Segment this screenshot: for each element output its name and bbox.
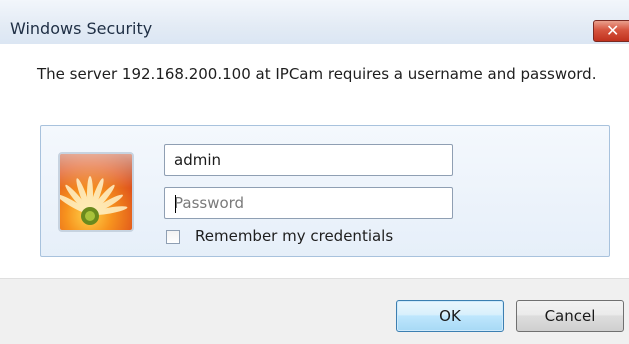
server-message: The server 192.168.200.100 at IPCam requ… [37, 65, 597, 83]
title-bar[interactable]: Windows Security ✕ [0, 0, 629, 45]
close-icon: ✕ [606, 21, 620, 40]
remember-checkbox[interactable] [166, 230, 180, 244]
credential-panel: Remember my credentials [40, 125, 610, 257]
text-caret [175, 195, 176, 213]
windows-security-dialog: Windows Security ✕ The server 192.168.20… [0, 0, 629, 344]
password-input[interactable] [165, 188, 452, 218]
message-area: The server 192.168.200.100 at IPCam requ… [0, 44, 629, 104]
password-field[interactable] [164, 187, 453, 219]
username-field[interactable] [164, 144, 453, 176]
window-title: Windows Security [10, 19, 153, 38]
close-button[interactable]: ✕ [593, 20, 629, 42]
ok-button[interactable]: OK [396, 300, 504, 332]
button-bar: OK Cancel [0, 278, 629, 344]
cancel-button[interactable]: Cancel [516, 300, 624, 332]
user-tile-flower-icon [58, 152, 134, 232]
remember-credentials-label[interactable]: Remember my credentials [195, 227, 393, 245]
username-input[interactable] [165, 145, 452, 175]
